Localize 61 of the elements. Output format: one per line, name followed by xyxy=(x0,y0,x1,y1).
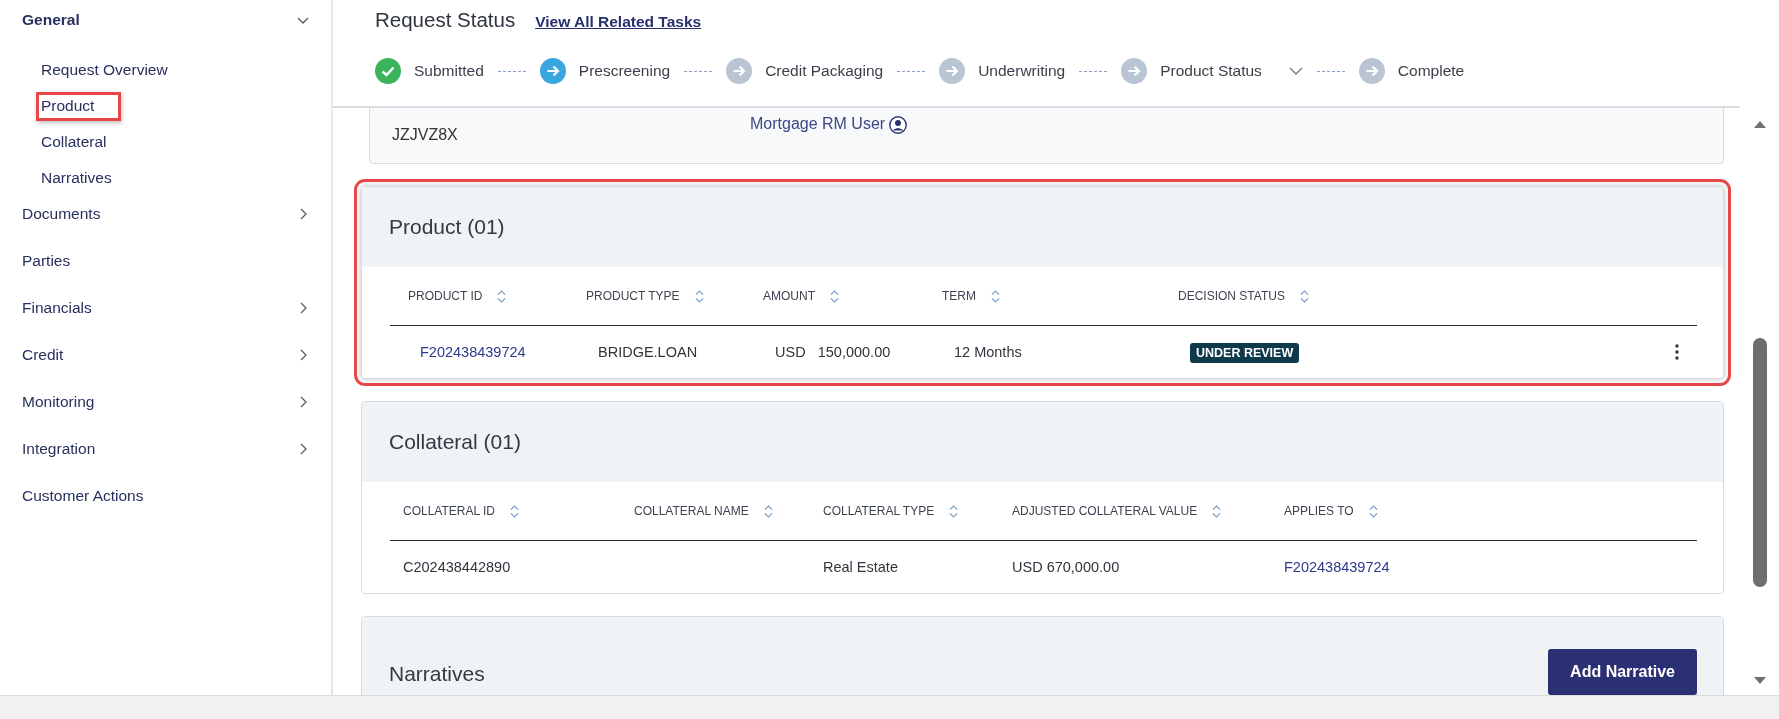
table-cell-text: 12 Months xyxy=(953,344,1023,360)
step-label: Credit Packaging xyxy=(765,62,884,80)
table-cell-text: BRIDGE.LOAN xyxy=(597,344,699,360)
related-tasks-link[interactable]: View All Related Tasks xyxy=(535,13,702,31)
column-header[interactable]: TERM xyxy=(924,288,1160,304)
sort-icon[interactable] xyxy=(1367,503,1379,519)
column-header[interactable]: COLLATERAL NAME xyxy=(621,503,810,519)
card-title: Narratives xyxy=(389,662,485,686)
add-narrative-button[interactable]: Add Narrative xyxy=(1548,649,1697,695)
column-header[interactable]: DECISION STATUS xyxy=(1160,288,1657,304)
sort-icon[interactable] xyxy=(1298,288,1310,304)
column-header[interactable]: AMOUNT xyxy=(745,288,924,304)
table-link[interactable]: F202438439724 xyxy=(420,344,526,360)
user-icon xyxy=(889,116,908,134)
step-label: Product Status xyxy=(1160,62,1262,80)
user-name: Mortgage RM User xyxy=(750,115,886,133)
scroll-up-icon[interactable] xyxy=(1753,120,1766,128)
nav-item[interactable]: Customer Actions xyxy=(22,482,331,510)
sort-icon[interactable] xyxy=(509,503,521,519)
table-cell-text: Real Estate xyxy=(822,559,899,575)
column-header[interactable]: PRODUCT TYPE xyxy=(568,288,745,304)
step-label: Underwriting xyxy=(978,62,1066,80)
table-cell-text: USD 150,000.00 xyxy=(774,344,892,360)
nav-item[interactable]: Parties xyxy=(22,247,331,275)
nav-item[interactable]: Financials xyxy=(22,294,331,322)
nav-item[interactable]: Documents xyxy=(22,200,331,228)
column-header[interactable]: COLLATERAL TYPE xyxy=(810,503,999,519)
table-cell-text: USD 670,000.00 xyxy=(1011,559,1121,575)
sort-icon[interactable] xyxy=(496,288,508,304)
sort-icon[interactable] xyxy=(948,503,960,519)
nav-item[interactable]: Credit xyxy=(22,341,331,369)
table-cell-text: C202438442890 xyxy=(402,559,512,575)
sort-icon[interactable] xyxy=(762,503,774,519)
column-header[interactable]: COLLATERAL ID xyxy=(390,503,621,519)
scroll-thumb[interactable] xyxy=(1752,338,1767,587)
step-label: Prescreening xyxy=(578,62,671,80)
sort-icon[interactable] xyxy=(693,288,705,304)
column-header[interactable]: PRODUCT ID xyxy=(390,288,568,304)
step-label: Submitted xyxy=(414,62,484,80)
sort-icon[interactable] xyxy=(829,288,840,304)
more-icon[interactable] xyxy=(1675,344,1679,360)
card-title: Product (01) xyxy=(389,215,505,239)
nav-item[interactable]: General xyxy=(22,6,331,34)
scroll-down-icon[interactable] xyxy=(1753,677,1766,685)
chevron-icon[interactable] xyxy=(1288,66,1303,76)
sort-icon[interactable] xyxy=(1211,503,1223,519)
nav-subitem[interactable]: Request Overview xyxy=(36,56,195,85)
nav-subitem[interactable]: Product xyxy=(36,92,122,121)
card-title: Collateral (01) xyxy=(389,430,521,454)
column-header[interactable]: APPLIES TO xyxy=(1271,503,1657,519)
nav-item[interactable]: Integration xyxy=(22,435,331,463)
step-label: Complete xyxy=(1397,62,1465,80)
nav-item[interactable]: Monitoring xyxy=(22,388,331,416)
nav-subitem[interactable]: Collateral xyxy=(36,128,134,157)
status-badge: UNDER REVIEW xyxy=(1190,343,1300,363)
table-link[interactable]: F202438439724 xyxy=(1284,559,1390,575)
column-header[interactable]: ADJUSTED COLLATERAL VALUE xyxy=(999,503,1271,519)
nav-subitem[interactable]: Narratives xyxy=(36,164,139,193)
request-id: JZJVZ8X xyxy=(392,125,459,144)
page-title: Request Status xyxy=(375,8,516,32)
sort-icon[interactable] xyxy=(990,288,1001,304)
